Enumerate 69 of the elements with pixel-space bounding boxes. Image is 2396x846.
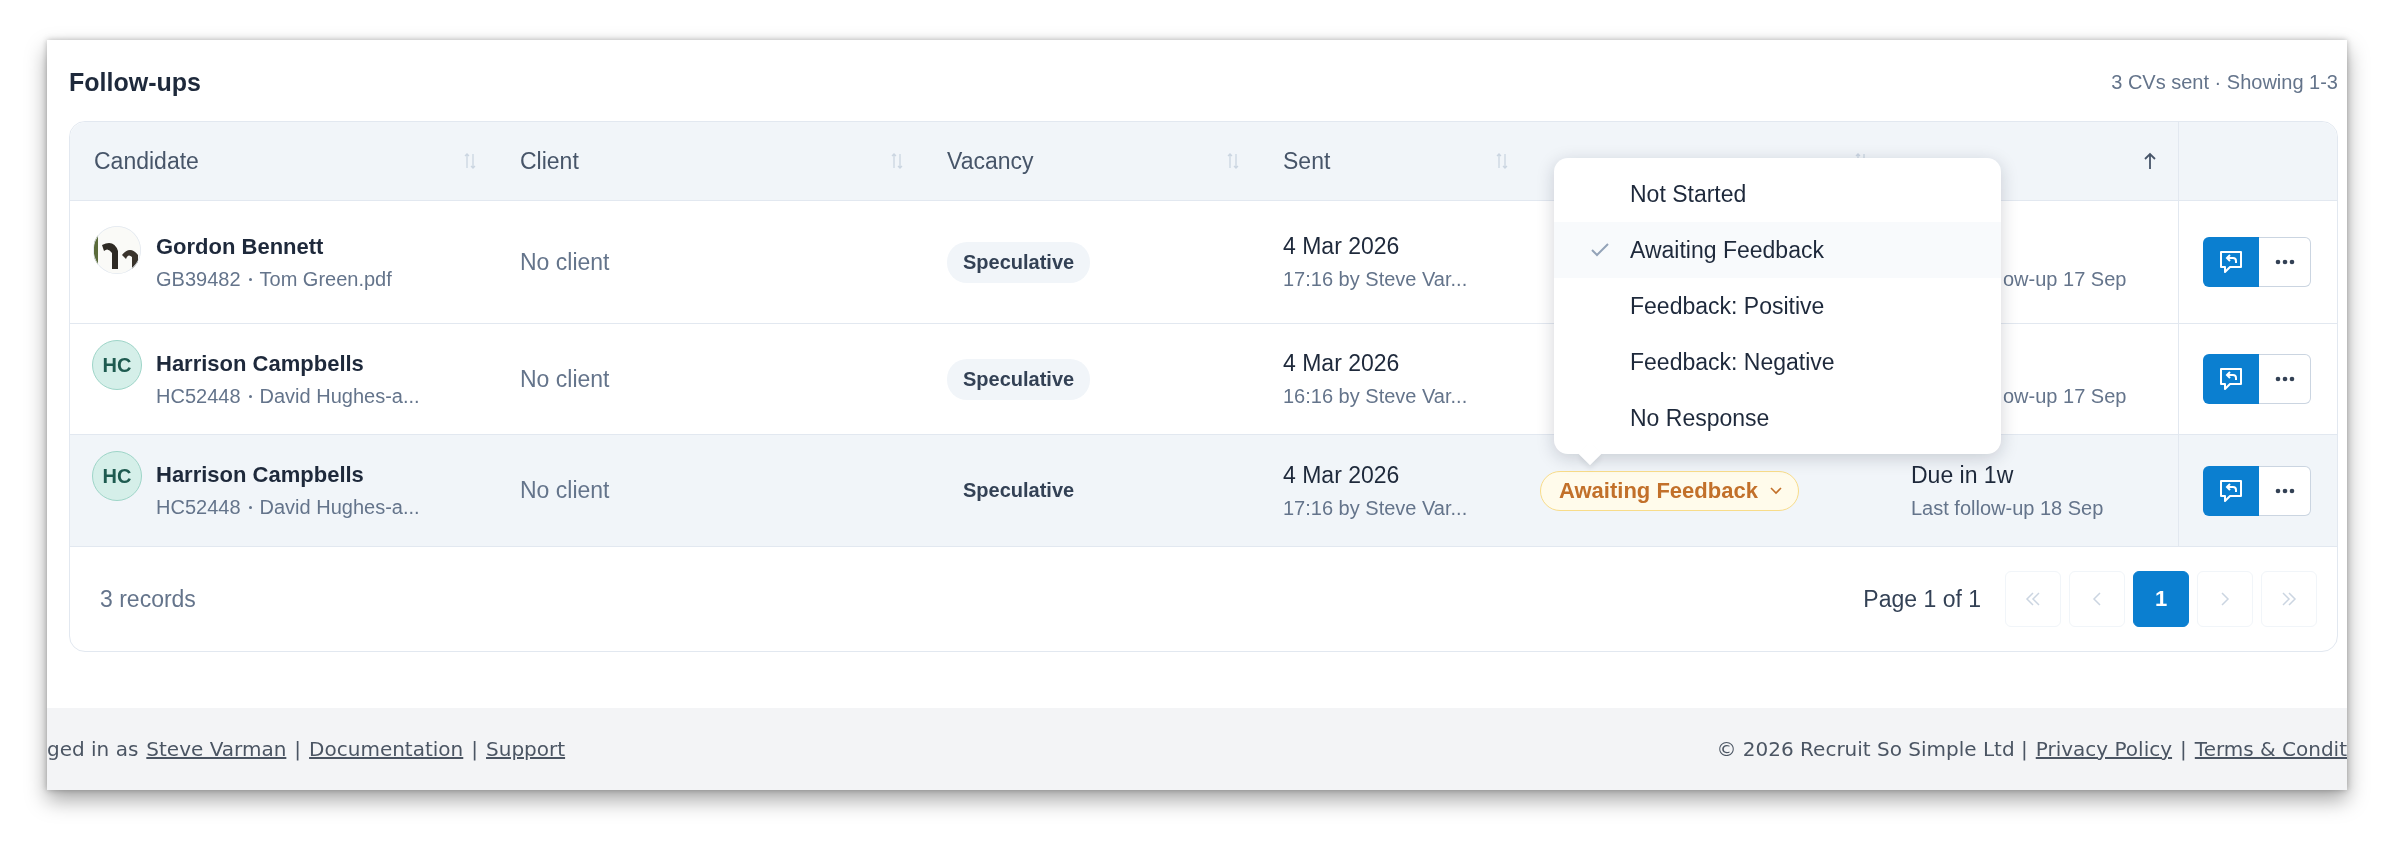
reply-icon [2218, 250, 2244, 274]
vacancy-tag: Speculative [947, 358, 1091, 400]
cv-file-name[interactable]: Tom Green.pdf [259, 267, 392, 291]
section-title: Follow-ups [69, 68, 201, 97]
record-summary: 3 CVs sent · Showing 1-3 [2111, 71, 2338, 94]
candidate-name[interactable]: Harrison Campbells [156, 350, 420, 377]
vacancy-tag: Speculative [947, 241, 1091, 283]
footer-link[interactable]: Privacy Policy [2035, 737, 2173, 761]
status-option[interactable]: Feedback: Negative [1554, 334, 2001, 390]
due-text: Due in 1w [1911, 461, 2015, 489]
check-icon [1590, 242, 1610, 258]
sent-by: 17:16 by Steve Var... [1283, 268, 1468, 291]
status-option[interactable]: Awaiting Feedback [1554, 222, 2001, 278]
client-name: No client [520, 477, 610, 504]
footer-text: | [294, 737, 302, 761]
footer-link[interactable]: Steve Varman [146, 737, 287, 761]
sort-icon[interactable] [1227, 151, 1239, 171]
column-header[interactable]: Candidate [94, 147, 199, 175]
chevron-right-icon [2220, 592, 2230, 606]
avatar-initials: HC [92, 340, 142, 390]
page-indicator: Page 1 of 1 [1863, 585, 1981, 613]
cv-file-name[interactable]: David Hughes-a... [259, 496, 420, 519]
avatar-initials: HC [92, 451, 142, 501]
column-header[interactable]: Client [520, 147, 579, 175]
reply-icon [2218, 478, 2244, 503]
double-chevron-right-icon [2281, 592, 2297, 606]
chevron-down-icon [1769, 486, 1782, 495]
record-count: 3 records [100, 585, 196, 613]
reply-icon [2218, 367, 2244, 391]
last-follow-up: ow-up 17 Sep [2002, 267, 2127, 291]
footer-text: | [2180, 737, 2187, 761]
candidate-name[interactable]: Harrison Campbells [156, 462, 420, 488]
more-icon [2274, 259, 2295, 265]
sent-date: 4 Mar 2026 [1283, 461, 1401, 489]
table-row[interactable]: HC Harrison Campbells HC52448 David Hughes-a... No client Speculative 4 Mar 2026 17:16 by Steve Var... Awaiting Feedback Due in 1w Last follow-up 18 Sep [70, 435, 2337, 547]
status-dropdown[interactable]: Awaiting Feedback [1540, 470, 1799, 511]
candidate-ref: GB39482 [156, 267, 241, 291]
sent-date: 4 Mar 2026 [1283, 233, 1401, 260]
reply-button[interactable] [2203, 354, 2259, 404]
client-name: No client [520, 365, 610, 393]
cv-file-name[interactable]: David Hughes-a... [259, 384, 420, 408]
footer-text: ged in as [47, 737, 139, 761]
page-button[interactable]: 1 [2133, 571, 2189, 627]
candidate-name[interactable]: Gordon Bennett [156, 233, 392, 260]
sort-ascending-icon[interactable] [2142, 151, 2158, 171]
reply-button[interactable] [2203, 465, 2259, 516]
last-follow-up: Last follow-up 18 Sep [1911, 496, 2104, 520]
more-icon [2274, 376, 2295, 382]
sort-icon[interactable] [1496, 151, 1508, 171]
candidate-ref: HC52448 [156, 384, 241, 408]
more-icon [2274, 487, 2295, 494]
footer-link[interactable]: Terms & Condit [2194, 737, 2347, 761]
sort-icon[interactable] [891, 151, 903, 171]
column-header[interactable]: Sent [1283, 147, 1331, 175]
sent-date: 4 Mar 2026 [1283, 350, 1401, 377]
sent-by: 16:16 by Steve Var... [1283, 385, 1468, 408]
reply-button[interactable] [2203, 237, 2259, 287]
footer-text: | [471, 737, 479, 761]
footer-text: © 2026 Recruit So Simple Ltd | [1716, 737, 2028, 761]
client-name: No client [520, 248, 610, 276]
chevron-left-icon [2092, 592, 2102, 606]
candidate-ref: HC52448 [156, 496, 241, 519]
footer-link[interactable]: Support [486, 737, 566, 761]
footer-link[interactable]: Documentation [309, 737, 464, 761]
sent-by: 17:16 by Steve Var... [1283, 496, 1468, 520]
sort-icon[interactable] [464, 151, 476, 171]
last-follow-up: ow-up 17 Sep [2002, 384, 2127, 408]
double-chevron-left-icon [2025, 592, 2041, 606]
column-header[interactable]: Vacancy [947, 147, 1034, 175]
